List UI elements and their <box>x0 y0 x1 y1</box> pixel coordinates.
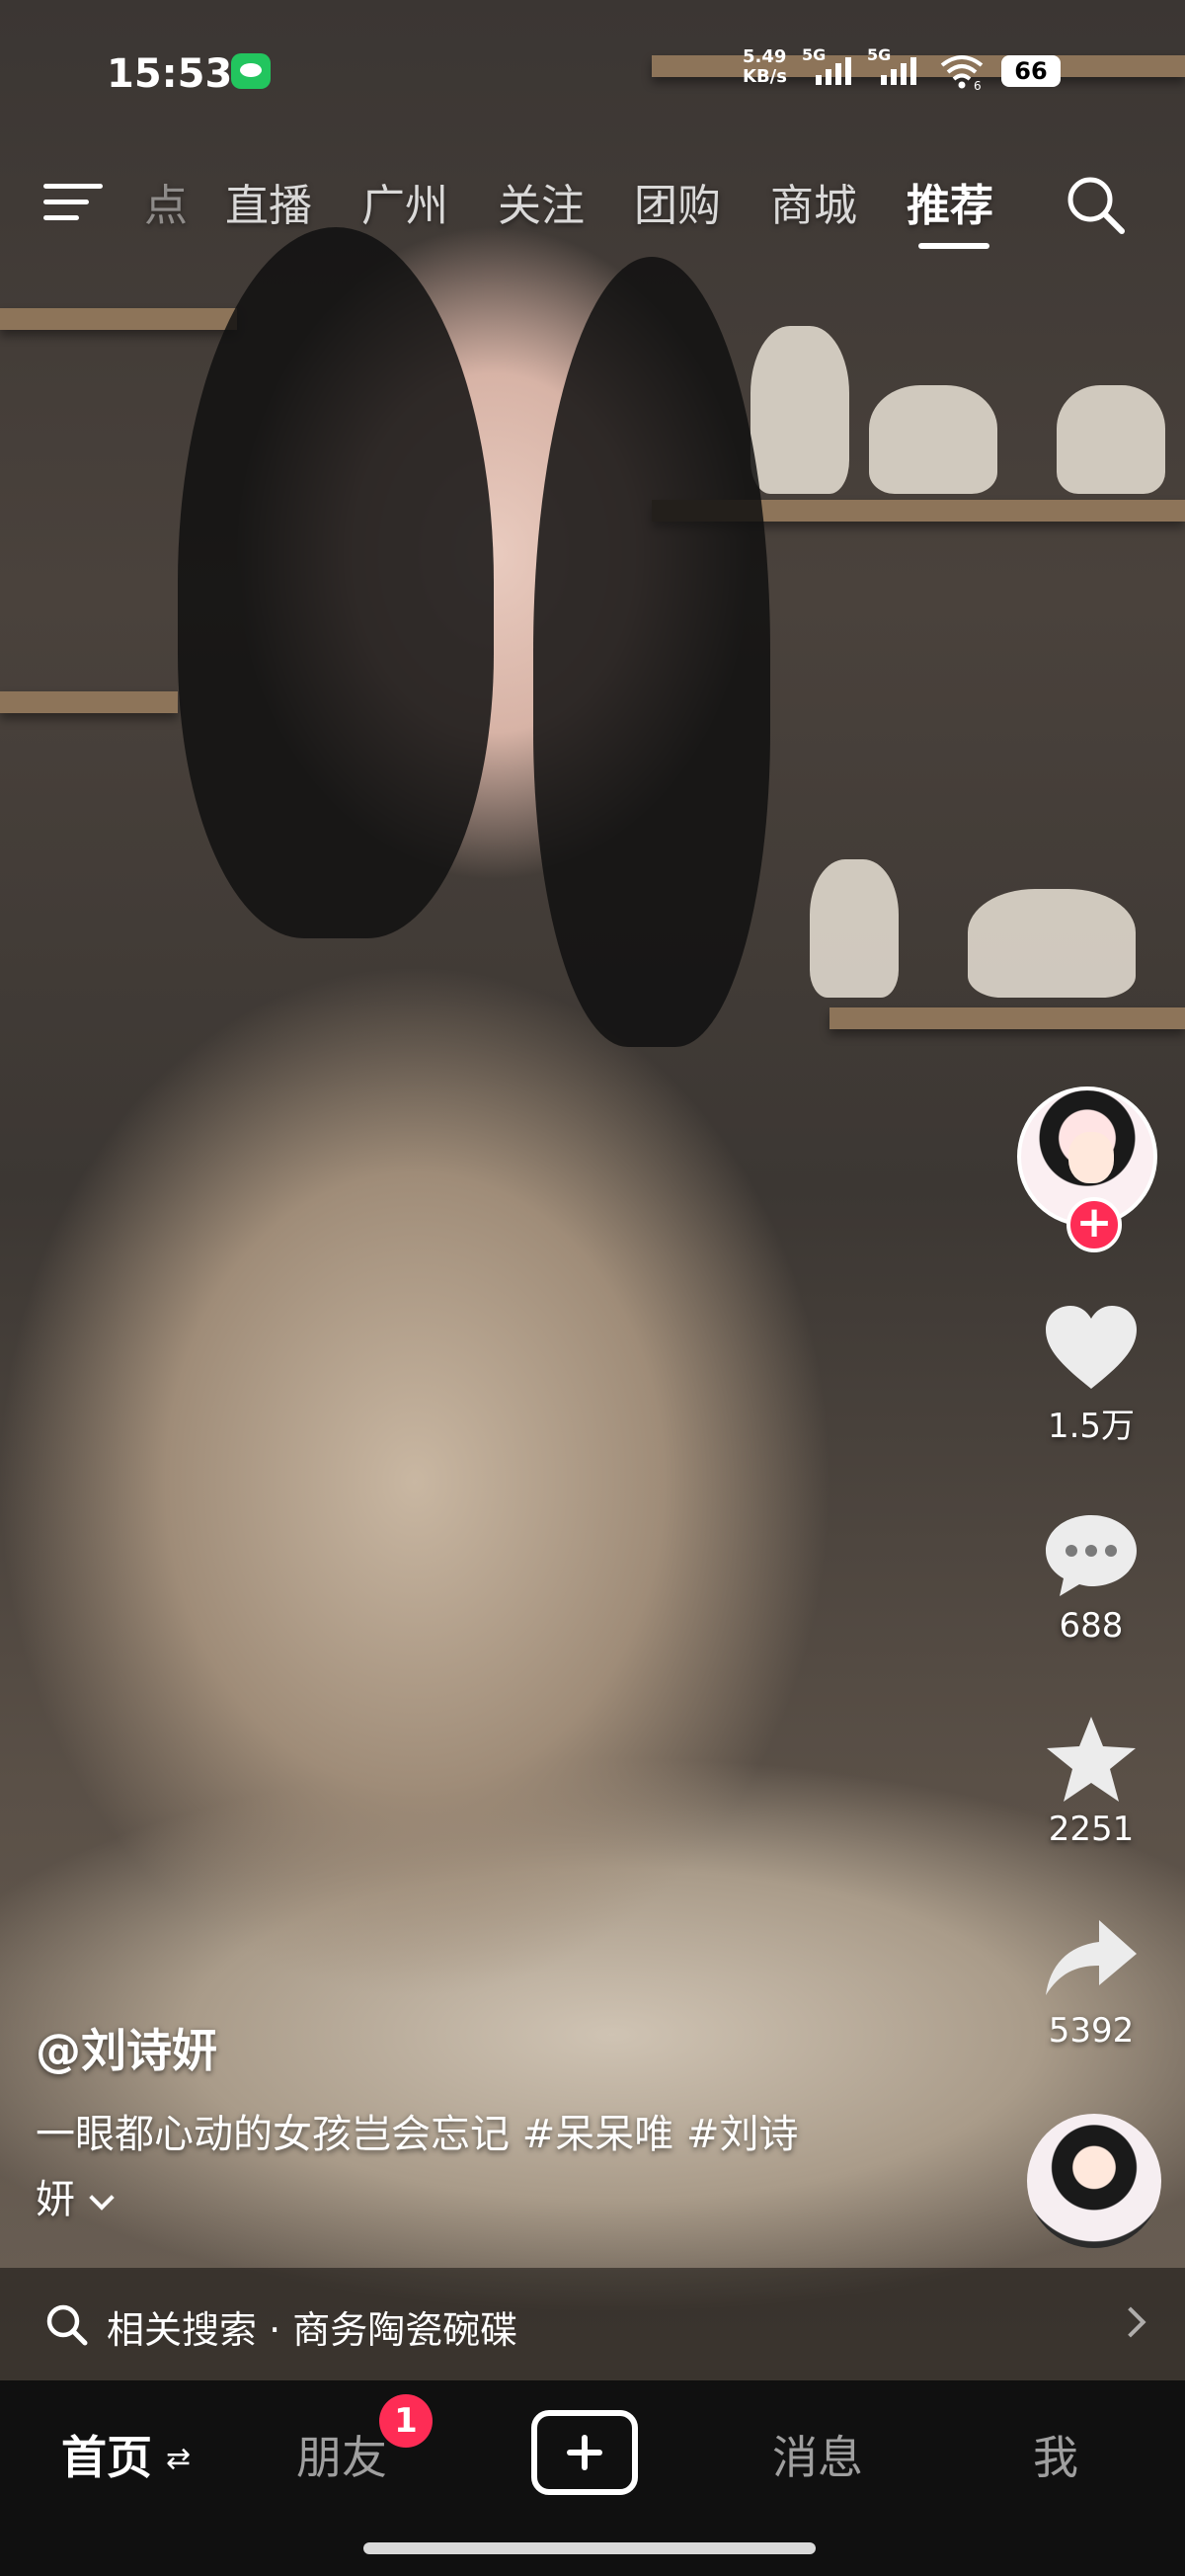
pottery <box>869 385 997 494</box>
tab-home[interactable]: 首页 <box>61 2422 152 2487</box>
chevron-right-icon <box>1115 2306 1146 2338</box>
share-arrow-icon <box>1046 1920 1137 1995</box>
music-disc[interactable] <box>1027 2114 1161 2248</box>
related-search-separator: · <box>257 2308 293 2352</box>
status-bar: 15:53 5.49 KB/s 5G 5G 6 66 <box>0 40 1185 109</box>
favorite-count: 2251 <box>1048 1810 1135 1849</box>
comment-count: 688 <box>1059 1606 1124 1646</box>
pottery <box>810 859 899 998</box>
tab-messages[interactable]: 消息 <box>772 2422 863 2487</box>
heart-icon <box>1046 1306 1137 1389</box>
tab-recommend[interactable]: 推荐 <box>907 170 993 233</box>
expand-caption-icon[interactable] <box>89 2185 115 2211</box>
status-time: 15:53 <box>107 51 233 97</box>
network-speed: 5.49 KB/s <box>743 47 787 87</box>
related-search-query: 商务陶瓷碗碟 <box>292 2308 518 2352</box>
shelf <box>0 308 237 330</box>
network-speed-value: 5.49 <box>743 46 787 67</box>
like-button[interactable]: 1.5万 <box>1007 1304 1175 1447</box>
pottery <box>1057 385 1165 494</box>
tab-following[interactable]: 关注 <box>498 170 585 233</box>
create-button[interactable] <box>531 2410 638 2495</box>
home-indicator[interactable] <box>363 2542 816 2554</box>
top-nav: 点 直播 广州 关注 团购 商城 推荐 <box>0 158 1185 249</box>
favorite-button[interactable]: 2251 <box>1007 1715 1175 1849</box>
tab-mall[interactable]: 商城 <box>770 170 857 233</box>
search-icon <box>46 2304 88 2346</box>
like-count: 1.5万 <box>1047 1407 1136 1446</box>
related-search-text: 相关搜索 · 商务陶瓷碗碟 <box>107 2299 517 2354</box>
switch-arrows-icon[interactable]: ⇄ <box>166 2442 191 2476</box>
battery-indicator: 66 <box>1001 55 1061 87</box>
caption-line-2: 妍 <box>36 2177 75 2222</box>
tab-city[interactable]: 广州 <box>361 170 448 233</box>
shelf <box>830 1007 1185 1029</box>
share-count: 5392 <box>1048 2011 1135 2051</box>
author-avatar[interactable]: + <box>1017 1087 1157 1252</box>
related-search-bar[interactable]: 相关搜索 · 商务陶瓷碗碟 <box>0 2268 1185 2380</box>
tab-me[interactable]: 我 <box>1033 2422 1078 2487</box>
wechat-notification-icon <box>231 53 271 89</box>
hair <box>178 227 494 938</box>
star-icon <box>1047 1717 1136 1802</box>
wifi-icon: 6 <box>940 55 984 91</box>
pottery <box>968 889 1136 998</box>
tab-friends[interactable]: 朋友 <box>296 2422 387 2487</box>
wifi-level: 6 <box>974 79 982 91</box>
shelf <box>0 691 178 713</box>
comment-button[interactable]: 688 <box>1007 1511 1175 1646</box>
pottery <box>750 326 849 494</box>
network-speed-unit: KB/s <box>743 66 787 87</box>
tab-live[interactable]: 直播 <box>225 170 312 233</box>
follow-button[interactable]: + <box>1066 1197 1122 1252</box>
comment-icon <box>1046 1515 1137 1596</box>
related-search-prefix: 相关搜索 <box>107 2308 258 2352</box>
share-button[interactable]: 5392 <box>1007 1916 1175 2051</box>
search-icon[interactable] <box>1063 172 1128 237</box>
tab-group-buy[interactable]: 团购 <box>634 170 721 233</box>
video-caption[interactable]: 一眼都心动的女孩岂会忘记 #呆呆唯 #刘诗 妍 <box>36 2102 905 2232</box>
cell-signal-2-icon <box>881 57 916 85</box>
cell-signal-1-icon <box>816 57 851 85</box>
active-tab-indicator <box>918 243 989 249</box>
tab-partial[interactable]: 点 <box>144 170 188 233</box>
menu-icon[interactable] <box>43 180 103 225</box>
caption-line-1: 一眼都心动的女孩岂会忘记 #呆呆唯 #刘诗 <box>36 2112 799 2157</box>
author-name[interactable]: @刘诗妍 <box>36 2015 217 2080</box>
friends-badge: 1 <box>379 2394 433 2448</box>
hair <box>533 257 770 1047</box>
